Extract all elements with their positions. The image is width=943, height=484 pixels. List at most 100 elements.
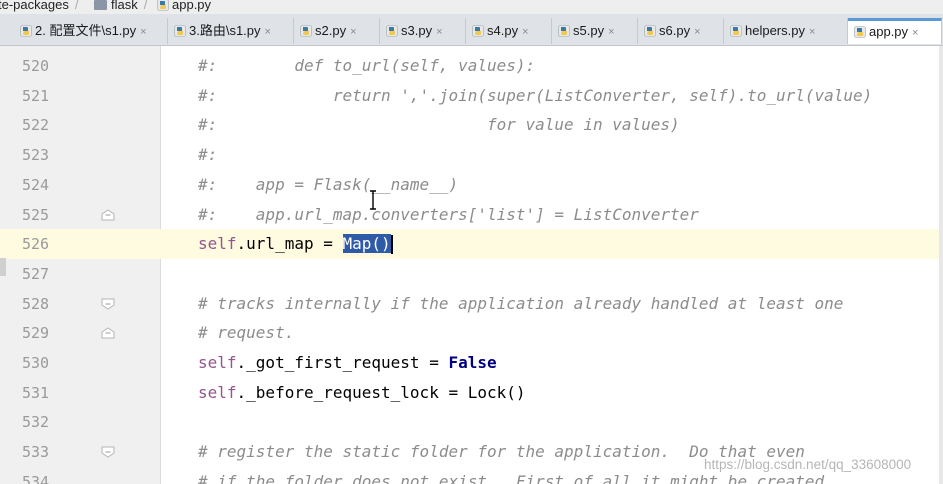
python-file-icon bbox=[558, 24, 570, 37]
breadcrumb-item[interactable]: app.py bbox=[157, 0, 211, 13]
comment-token: # request. bbox=[198, 323, 295, 343]
close-tab-icon[interactable]: × bbox=[522, 26, 528, 38]
python-file-icon bbox=[157, 0, 169, 11]
line-number: 527 bbox=[22, 264, 50, 283]
keyword-token: False bbox=[448, 353, 497, 372]
code-line: 520 #: def to_url(self, values): bbox=[0, 51, 943, 81]
code-line: 531 self._before_request_lock = Lock() bbox=[0, 378, 943, 408]
breadcrumb-item[interactable]: flask / bbox=[94, 0, 147, 13]
left-edge-marker bbox=[0, 258, 6, 276]
tab-app-py[interactable]: app.py × bbox=[848, 18, 942, 44]
close-tab-icon[interactable]: × bbox=[140, 26, 146, 38]
tab-s4-py[interactable]: s4.py × bbox=[466, 18, 552, 44]
code-text[interactable]: #: app = Flask(__name__) bbox=[198, 173, 458, 197]
python-file-icon bbox=[20, 24, 32, 37]
self-token: self bbox=[198, 234, 237, 254]
code-line: 522 #: for value in values) bbox=[0, 110, 943, 140]
python-file-icon bbox=[730, 24, 742, 37]
tab-label: s2.py bbox=[315, 23, 347, 38]
close-tab-icon[interactable]: × bbox=[912, 27, 918, 39]
code-text[interactable]: # tracks internally if the application a… bbox=[198, 292, 843, 316]
line-number: 522 bbox=[22, 116, 50, 135]
close-tab-icon[interactable]: × bbox=[350, 26, 356, 38]
breadcrumb-label: flask bbox=[111, 0, 138, 12]
comment-token: #: for value in values) bbox=[198, 115, 680, 135]
code-line: 529 # request. bbox=[0, 318, 943, 348]
code-token: ._before_request_lock = Lock() bbox=[236, 382, 526, 402]
code-line: 524 #: app = Flask(__name__) bbox=[0, 170, 943, 200]
code-text[interactable]: self.url_map = Map() bbox=[198, 232, 393, 256]
python-file-icon bbox=[472, 24, 484, 37]
line-number: 520 bbox=[22, 57, 50, 75]
code-text[interactable]: #: return ','.join(super(ListConverter, … bbox=[198, 84, 872, 108]
code-line: 525 #: app.url_map.converters['list'] = L… bbox=[0, 200, 943, 230]
code-line: 527 bbox=[0, 259, 943, 289]
code-line: 526 self.url_map = Map() bbox=[0, 229, 943, 260]
tab-label: 2. 配置文件\s1.py bbox=[35, 23, 137, 38]
comment-token: #: def to_url(self, values): bbox=[198, 56, 536, 75]
line-number: 529 bbox=[22, 324, 50, 343]
tab-label: s3.py bbox=[401, 23, 433, 38]
text-caret bbox=[390, 235, 393, 255]
code-text[interactable]: self._got_first_request = False bbox=[198, 351, 497, 375]
python-file-icon bbox=[854, 25, 866, 38]
tab-s3-py[interactable]: s3.py × bbox=[380, 18, 466, 44]
code-line: 530 self._got_first_request = False bbox=[0, 348, 943, 378]
tab-3-s1-py[interactable]: 3.路由\s1.py × bbox=[168, 18, 294, 44]
selected-text: Map() bbox=[342, 234, 391, 254]
line-number: 533 bbox=[22, 443, 50, 462]
python-file-icon bbox=[300, 24, 312, 37]
fold-end-icon[interactable] bbox=[101, 208, 115, 221]
tab-label: s6.py bbox=[659, 23, 691, 38]
code-text[interactable]: #: bbox=[198, 143, 217, 167]
comment-token: #: app = Flask(__name__) bbox=[198, 174, 459, 194]
line-number: 534 bbox=[22, 472, 50, 484]
fold-start-icon[interactable] bbox=[101, 446, 115, 458]
breadcrumb-separator: / bbox=[74, 0, 79, 12]
tab-s5-py[interactable]: s5.py × bbox=[552, 18, 638, 44]
code-editor[interactable]: 520 #: def to_url(self, values): 521 #: ret… bbox=[0, 46, 943, 484]
vertical-scrollbar[interactable] bbox=[939, 46, 943, 484]
tab-s2-py[interactable]: s2.py × bbox=[294, 18, 380, 44]
breadcrumb-item[interactable]: te-packages / bbox=[0, 0, 78, 13]
line-number: 521 bbox=[22, 86, 50, 105]
close-tab-icon[interactable]: × bbox=[608, 26, 614, 38]
tab-s6-py[interactable]: s6.py × bbox=[638, 18, 724, 44]
close-tab-icon[interactable]: × bbox=[436, 26, 442, 38]
comment-token: #: return ','.join(super(ListConverter, … bbox=[198, 85, 873, 105]
line-number: 526 bbox=[22, 235, 50, 254]
breadcrumb: te-packages / flask / app.py bbox=[0, 0, 943, 14]
close-tab-icon[interactable]: × bbox=[694, 26, 700, 38]
self-token: self bbox=[198, 382, 237, 402]
comment-token: # tracks internally if the application a… bbox=[198, 293, 844, 313]
code-line: 521 #: return ','.join(super(ListConverte… bbox=[0, 81, 943, 111]
breadcrumb-label: app.py bbox=[172, 0, 212, 12]
tab-label: s5.py bbox=[573, 23, 605, 38]
python-file-icon bbox=[386, 24, 398, 37]
tab-label: app.py bbox=[869, 24, 909, 39]
code-line: 532 bbox=[0, 407, 943, 437]
code-token: .url_map = bbox=[236, 234, 343, 254]
tab-label: 3.路由\s1.py bbox=[189, 23, 261, 38]
text-cursor-icon bbox=[370, 190, 376, 210]
fold-start-icon[interactable] bbox=[101, 298, 115, 310]
fold-end-icon[interactable] bbox=[101, 327, 115, 339]
line-number: 531 bbox=[22, 383, 50, 402]
code-text[interactable]: #: def to_url(self, values): bbox=[198, 54, 535, 78]
tab-2-s1-py[interactable]: 2. 配置文件\s1.py × bbox=[14, 18, 168, 44]
close-tab-icon[interactable]: × bbox=[809, 26, 815, 38]
line-number: 532 bbox=[22, 413, 50, 432]
self-token: self bbox=[198, 353, 237, 372]
python-file-icon bbox=[644, 24, 656, 37]
breadcrumb-separator: / bbox=[143, 0, 148, 12]
code-line: 523 #: bbox=[0, 140, 943, 170]
watermark: https://blog.csdn.net/qq_33608000 bbox=[704, 457, 912, 472]
code-text[interactable]: self._before_request_lock = Lock() bbox=[198, 381, 526, 405]
code-text[interactable]: # request. bbox=[198, 321, 294, 345]
comment-token: #: bbox=[198, 145, 218, 165]
tab-helpers-py[interactable]: helpers.py × bbox=[724, 18, 848, 44]
tab-label: helpers.py bbox=[745, 23, 805, 38]
code-text[interactable]: #: for value in values) bbox=[198, 113, 680, 137]
close-tab-icon[interactable]: × bbox=[265, 26, 271, 38]
code-text[interactable]: #: app.url_map.converters['list'] = List… bbox=[198, 203, 699, 227]
